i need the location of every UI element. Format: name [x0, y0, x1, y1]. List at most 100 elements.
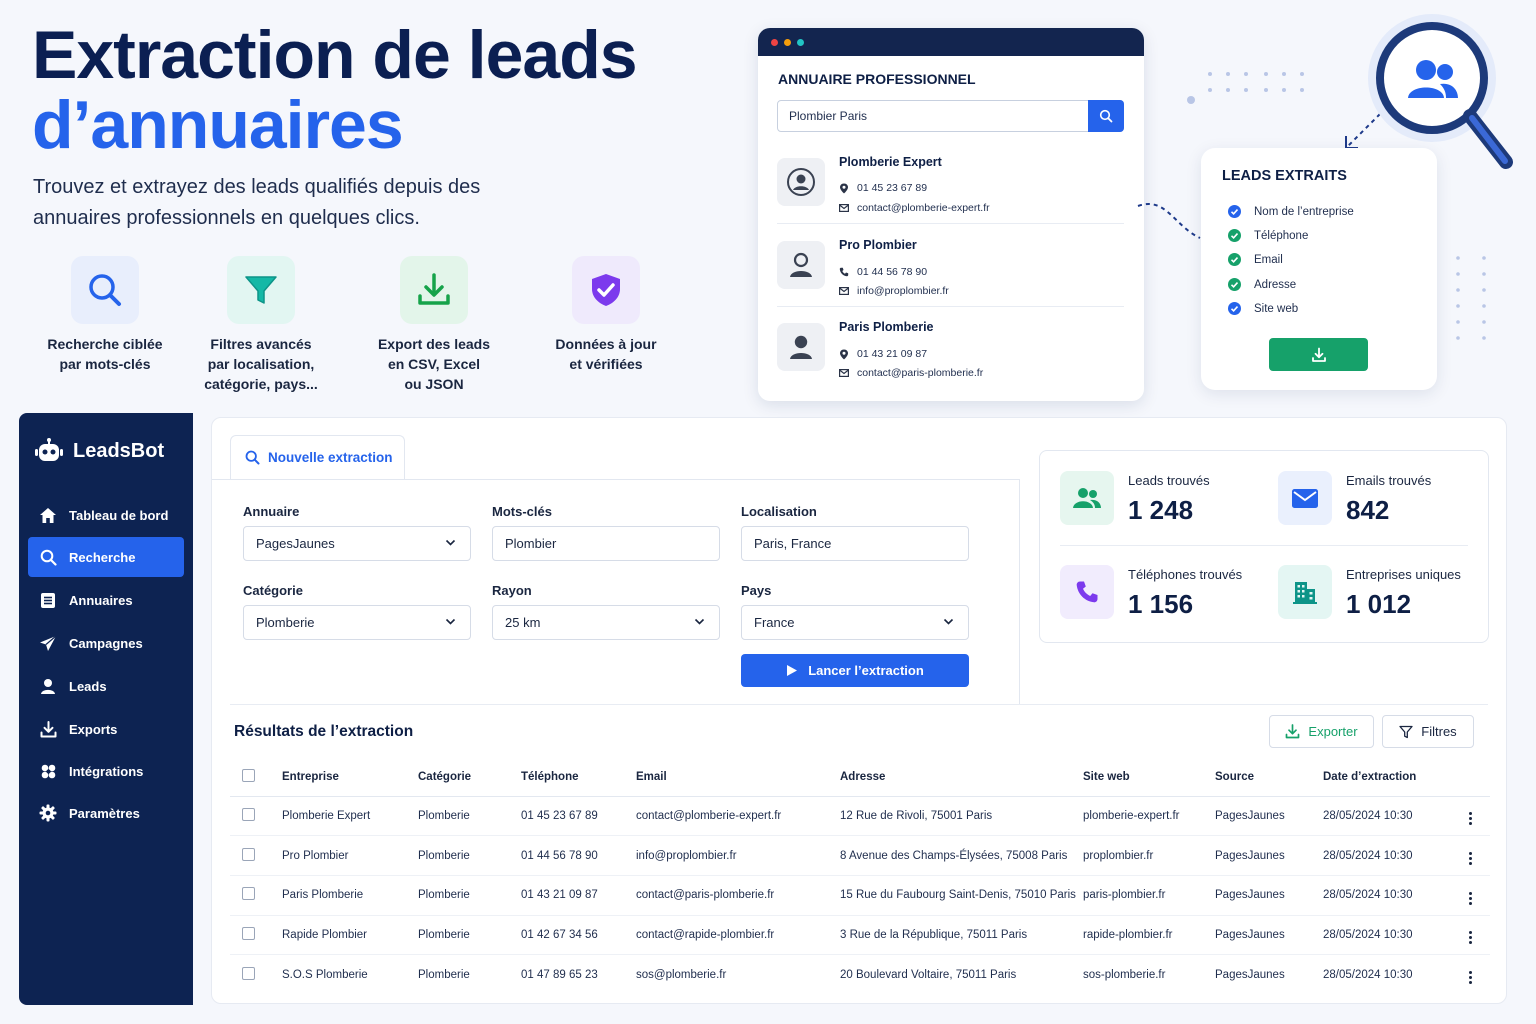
- leads-extracted-card: LEADS EXTRAITS Nom de l’entreprise Télép…: [1201, 148, 1437, 390]
- row-checkbox[interactable]: [242, 966, 255, 980]
- more-options-icon[interactable]: [1469, 812, 1472, 826]
- user-icon: [39, 677, 57, 695]
- select-all-checkbox[interactable]: [242, 768, 255, 782]
- table-cell: 01 44 56 78 90: [521, 835, 636, 876]
- table-row[interactable]: S.O.S Plomberie Plomberie 01 47 89 65 23 so…: [230, 955, 1490, 995]
- download-icon: [400, 256, 468, 324]
- brand-logo[interactable]: LeadsBot: [35, 438, 164, 464]
- table-row[interactable]: Paris Plomberie Plomberie 01 43 21 09 87 co…: [230, 875, 1490, 916]
- column-header[interactable]: Catégorie: [418, 758, 521, 797]
- column-header[interactable]: Email: [636, 758, 840, 797]
- filters-button[interactable]: Filtres: [1382, 715, 1474, 748]
- leads-download-button[interactable]: [1269, 338, 1368, 371]
- brand-name: LeadsBot: [73, 439, 165, 462]
- directory-search-button[interactable]: [1088, 100, 1124, 132]
- stat-label: Leads trouvés: [1128, 473, 1210, 488]
- sidebar-item-exports[interactable]: Exports: [28, 709, 184, 749]
- sidebar-item-search[interactable]: Recherche: [28, 537, 184, 577]
- location-pin-icon: [840, 183, 848, 193]
- table-cell: 28/05/2024 10:30: [1323, 796, 1451, 837]
- row-actions-cell[interactable]: [1451, 875, 1490, 916]
- table-row[interactable]: Pro Plombier Plomberie 01 44 56 78 90 info@…: [230, 835, 1490, 876]
- more-options-icon[interactable]: [1469, 852, 1472, 866]
- search-icon: [245, 450, 260, 465]
- table-cell: 01 42 67 34 56: [521, 915, 636, 956]
- column-header[interactable]: Site web: [1083, 758, 1215, 797]
- keywords-input[interactable]: Plombier: [492, 526, 720, 561]
- export-button[interactable]: Exporter: [1269, 715, 1374, 748]
- envelope-icon: [839, 287, 849, 295]
- check-circle-icon: [1228, 253, 1241, 266]
- table-row[interactable]: Plomberie Expert Plomberie 01 45 23 67 89 c…: [230, 796, 1490, 837]
- column-header[interactable]: Adresse: [840, 758, 1083, 797]
- more-options-icon[interactable]: [1469, 891, 1472, 905]
- row-checkbox[interactable]: [242, 926, 255, 940]
- sidebar-item-label: Campagnes: [69, 635, 143, 651]
- chevron-down-icon: [694, 618, 705, 625]
- row-actions-cell[interactable]: [1451, 796, 1490, 837]
- directory-title: ANNUAIRE PROFESSIONNEL: [778, 71, 976, 87]
- sidebar-item-campaigns[interactable]: Campagnes: [28, 623, 184, 663]
- category-select[interactable]: Plomberie: [243, 605, 471, 640]
- table-cell: proplombier.fr: [1083, 835, 1215, 876]
- entry-email: contact@paris-plomberie.fr: [839, 367, 983, 379]
- sidebar-item-dashboard[interactable]: Tableau de bord: [28, 495, 184, 535]
- entry-name: Plomberie Expert: [839, 155, 942, 169]
- location-input[interactable]: Paris, France: [741, 526, 969, 561]
- sidebar-item-integrations[interactable]: Intégrations: [28, 751, 184, 791]
- row-checkbox-cell[interactable]: [230, 875, 282, 916]
- table-cell: info@proplombier.fr: [636, 835, 840, 876]
- country-label: Pays: [741, 583, 772, 598]
- shield-check-icon: [572, 256, 640, 324]
- annuaire-select[interactable]: PagesJaunes: [243, 526, 471, 561]
- row-actions-cell[interactable]: [1451, 955, 1490, 995]
- radius-select[interactable]: 25 km: [492, 605, 720, 640]
- table-cell: Plomberie: [418, 915, 521, 956]
- column-header[interactable]: Entreprise: [282, 758, 418, 797]
- row-checkbox[interactable]: [242, 887, 255, 901]
- table-cell: 20 Boulevard Voltaire, 75011 Paris: [840, 968, 1017, 981]
- more-options-icon[interactable]: [1469, 971, 1472, 985]
- leads-item-label: Site web: [1254, 302, 1299, 315]
- more-options-icon[interactable]: [1469, 931, 1472, 945]
- sidebar-item-settings[interactable]: Paramètres: [28, 793, 184, 833]
- table-cell: 01 47 89 65 23: [521, 968, 598, 981]
- row-actions-cell[interactable]: [1451, 835, 1490, 876]
- row-checkbox-cell[interactable]: [230, 835, 282, 876]
- leads-item-website: Site web: [1228, 302, 1298, 315]
- directory-entry[interactable]: Plomberie Expert 01 45 23 67 89 contact@…: [777, 146, 1124, 224]
- row-checkbox[interactable]: [242, 847, 255, 861]
- table-cell: 28/05/2024 10:30: [1323, 915, 1451, 956]
- sidebar-item-label: Leads: [69, 678, 107, 694]
- row-checkbox-cell[interactable]: [230, 915, 282, 956]
- sidebar-item-leads[interactable]: Leads: [28, 666, 184, 706]
- run-extraction-button[interactable]: Lancer l’extraction: [741, 654, 969, 687]
- select-all-cell[interactable]: [230, 758, 282, 797]
- country-value: France: [754, 615, 795, 630]
- paper-plane-icon: [39, 634, 57, 652]
- column-header[interactable]: Source: [1215, 758, 1323, 797]
- tab-new-extraction[interactable]: Nouvelle extraction: [230, 435, 405, 479]
- hero-title-line2: d’annuaires: [32, 87, 404, 163]
- export-label: Exporter: [1308, 724, 1358, 739]
- location-label: Localisation: [741, 504, 817, 519]
- table-cell: Plomberie: [418, 968, 470, 981]
- directory-entry[interactable]: Paris Plomberie 01 43 21 09 87 contact@p…: [777, 311, 1124, 389]
- stat-companies: Entreprises uniques 1 012: [1278, 565, 1488, 625]
- row-checkbox[interactable]: [242, 807, 255, 821]
- sidebar-item-directories[interactable]: Annuaires: [28, 580, 184, 620]
- table-cell: Rapide Plombier: [282, 915, 418, 956]
- table-cell: 28/05/2024 10:30: [1323, 875, 1451, 916]
- row-actions-cell[interactable]: [1451, 915, 1490, 956]
- row-checkbox-cell[interactable]: [230, 955, 282, 995]
- column-header[interactable]: Date d’extraction: [1323, 758, 1451, 797]
- row-checkbox-cell[interactable]: [230, 796, 282, 837]
- entry-name: Paris Plomberie: [839, 320, 934, 334]
- category-label: Catégorie: [243, 583, 303, 598]
- table-row[interactable]: Rapide Plombier Plomberie 01 42 67 34 56 co…: [230, 915, 1490, 956]
- radius-value: 25 km: [505, 615, 541, 630]
- country-select[interactable]: France: [741, 605, 969, 640]
- directory-search-input[interactable]: Plombier Paris: [777, 100, 1124, 132]
- column-header[interactable]: Téléphone: [521, 758, 636, 797]
- directory-entry[interactable]: Pro Plombier 01 44 56 78 90 info@proplom…: [777, 229, 1124, 307]
